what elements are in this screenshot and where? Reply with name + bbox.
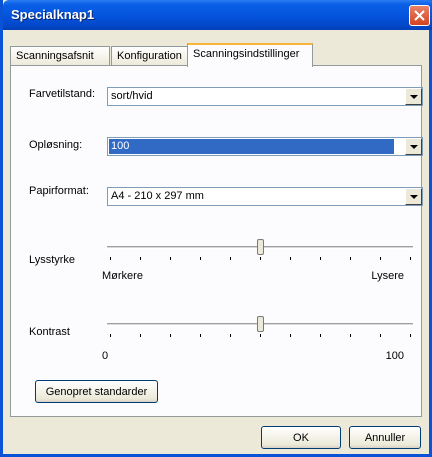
slider-tick: [110, 257, 111, 260]
title-bar[interactable]: Specialknap1: [3, 0, 432, 30]
slider-tick: [230, 334, 231, 337]
slider-tick: [320, 334, 321, 337]
chevron-down-icon[interactable]: [405, 138, 422, 155]
slider-tick: [170, 334, 171, 337]
tab-konfiguration[interactable]: Konfiguration: [111, 46, 188, 66]
slider-tick: [350, 334, 351, 337]
cancel-label: Annuller: [364, 431, 406, 444]
close-icon: [414, 10, 425, 21]
contrast-slider[interactable]: [107, 316, 413, 349]
slider-tick: [230, 257, 231, 260]
brightness-max-label: Lysere: [371, 270, 404, 282]
dialog-window: Specialknap1 Scanningsafsnit Konfigurati…: [0, 0, 432, 457]
slider-tick: [200, 257, 201, 260]
slider-tick: [290, 257, 291, 260]
brightness-min-label: Mørkere: [102, 270, 143, 282]
tab-scanningsafsnit[interactable]: Scanningsafsnit: [10, 46, 110, 66]
contrast-label: Kontrast: [29, 326, 70, 338]
tab-panel: Farvetilstand: sort/hvid Opløsning: 100 …: [10, 65, 423, 417]
restore-defaults-button[interactable]: Genopret standarder: [35, 380, 158, 403]
slider-thumb[interactable]: [257, 316, 264, 332]
contrast-min-label: 0: [102, 350, 109, 362]
paper-size-label: Papirformat:: [29, 185, 89, 197]
resolution-value: 100: [109, 139, 394, 154]
tab-scanningsindstillinger[interactable]: Scanningsindstillinger: [187, 43, 313, 67]
brightness-slider[interactable]: [107, 239, 413, 272]
brightness-label: Lysstyrke: [29, 254, 76, 266]
slider-tick: [380, 257, 381, 260]
tab-label: Konfiguration: [117, 50, 182, 62]
paper-size-select[interactable]: A4 - 210 x 297 mm: [107, 187, 423, 206]
tab-label: Scanningsafsnit: [16, 50, 94, 62]
slider-tick: [170, 257, 171, 260]
chevron-down-icon[interactable]: [405, 88, 422, 105]
color-mode-label: Farvetilstand:: [29, 88, 96, 100]
slider-thumb[interactable]: [257, 239, 264, 255]
tab-label: Scanningsindstillinger: [193, 48, 300, 60]
resolution-select[interactable]: 100: [107, 137, 423, 156]
slider-tick: [320, 257, 321, 260]
slider-tick: [410, 257, 411, 260]
window-title: Specialknap1: [11, 7, 95, 22]
slider-tick: [380, 334, 381, 337]
slider-tick: [260, 334, 261, 337]
slider-tick: [110, 334, 111, 337]
slider-tick: [260, 257, 261, 260]
ok-button[interactable]: OK: [261, 426, 341, 449]
cancel-button[interactable]: Annuller: [349, 426, 421, 449]
ok-label: OK: [293, 431, 309, 444]
slider-tick: [140, 334, 141, 337]
resolution-label: Opløsning:: [29, 139, 83, 151]
restore-defaults-label: Genopret standarder: [45, 385, 148, 398]
contrast-max-label: 100: [385, 350, 404, 362]
slider-tick: [350, 257, 351, 260]
slider-tick: [410, 334, 411, 337]
slider-tick: [200, 334, 201, 337]
paper-size-value: A4 - 210 x 297 mm: [111, 190, 204, 202]
chevron-down-icon[interactable]: [405, 188, 422, 205]
slider-tick: [140, 257, 141, 260]
slider-tick: [290, 334, 291, 337]
color-mode-select[interactable]: sort/hvid: [107, 87, 423, 106]
close-button[interactable]: [409, 5, 430, 26]
color-mode-value: sort/hvid: [111, 90, 153, 102]
